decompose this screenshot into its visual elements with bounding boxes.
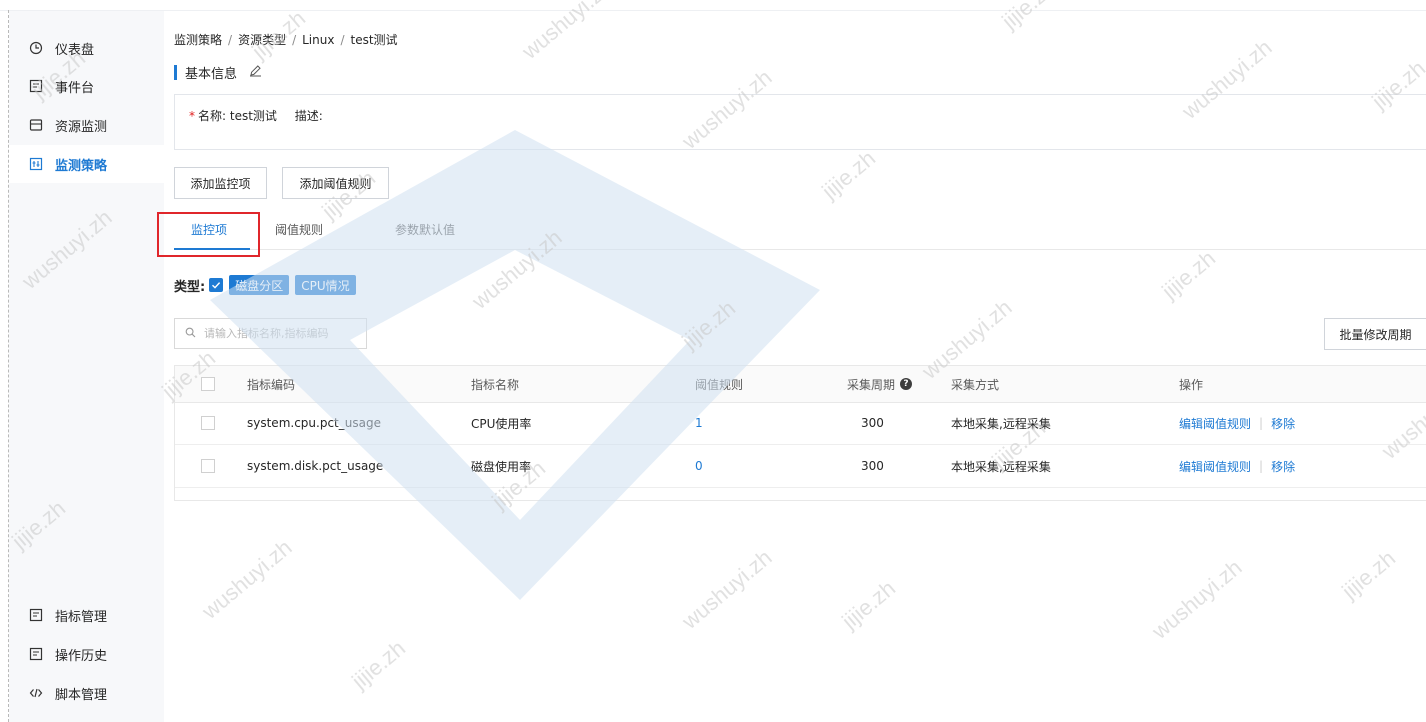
tab-label: 参数默认值 — [395, 223, 456, 237]
edit-icon[interactable] — [249, 64, 262, 80]
table-row: system.cpu.pct_usage CPU使用率 1 300 本地采集,远… — [175, 402, 1426, 445]
cell-actions: 编辑阈值规则 | 移除 — [1179, 402, 1295, 444]
column-header-method: 采集方式 — [951, 377, 1000, 392]
column-header-name: 指标名称 — [471, 377, 520, 392]
period-header-label: 采集周期 — [847, 377, 896, 392]
sidebar-item-scripts[interactable]: 脚本管理 — [9, 674, 164, 712]
top-bar — [0, 0, 1426, 11]
column-header-period: 采集周期 ? — [847, 366, 913, 402]
section-title: 基本信息 — [185, 66, 238, 82]
search-icon — [185, 327, 196, 341]
sidebar-item-events[interactable]: 事件台 — [9, 67, 164, 105]
cell-code: system.disk.pct_usage — [247, 459, 384, 473]
required-mark: * — [189, 109, 195, 123]
type-tag-disk-partition[interactable]: 磁盘分区 — [229, 275, 290, 295]
highlight-annotation-box — [157, 212, 260, 257]
breadcrumb-item[interactable]: 资源类型 — [238, 33, 286, 47]
add-threshold-rule-button[interactable]: 添加阈值规则 — [282, 167, 389, 199]
cell-rules-link[interactable]: 1 — [695, 402, 703, 444]
sidebar-item-label: 监测策略 — [55, 158, 108, 174]
cell-period: 300 — [861, 416, 884, 430]
basic-info-panel: * 名称: test测试 描述: — [174, 94, 1426, 150]
description-label: 描述: — [294, 109, 323, 123]
sidebar-item-label: 资源监测 — [55, 119, 108, 135]
edit-threshold-rule-link[interactable]: 编辑阈值规则 — [1179, 415, 1251, 432]
basic-info-row: * 名称: test测试 描述: — [189, 107, 323, 124]
sidebar-item-label: 操作历史 — [55, 648, 108, 664]
basic-info-header: 基本信息 — [174, 64, 262, 82]
sidebar-item-resource-monitor[interactable]: 资源监测 — [9, 106, 164, 144]
breadcrumb: 监测策略 / 资源类型 / Linux / test测试 — [174, 31, 398, 48]
monitor-items-table: 指标编码 指标名称 阈值规则 采集周期 ? 采集方式 操作 system.cpu… — [174, 365, 1426, 501]
batch-modify-period-button[interactable]: 批量修改周期 — [1324, 318, 1426, 350]
row-checkbox[interactable] — [201, 459, 215, 473]
remove-link[interactable]: 移除 — [1271, 458, 1295, 475]
cell-code: system.cpu.pct_usage — [247, 416, 381, 430]
sidebar-item-policy[interactable]: 监测策略 — [9, 145, 164, 183]
action-divider: | — [1259, 459, 1264, 473]
tab-bar: 监控项 阈值规则 参数默认值 — [174, 211, 1426, 250]
cell-name: CPU使用率 — [471, 416, 532, 431]
policy-icon — [29, 157, 43, 171]
column-header-actions: 操作 — [1179, 377, 1204, 392]
edit-threshold-rule-link[interactable]: 编辑阈值规则 — [1179, 458, 1251, 475]
breadcrumb-separator: / — [292, 33, 297, 47]
dashboard-icon — [29, 41, 43, 55]
cell-method: 本地采集,远程采集 — [951, 416, 1051, 431]
monitor-icon — [29, 118, 43, 132]
sidebar-item-dashboard[interactable]: 仪表盘 — [9, 29, 164, 67]
add-monitor-item-button[interactable]: 添加监控项 — [174, 167, 267, 199]
cell-period: 300 — [861, 459, 884, 473]
table-row: system.disk.pct_usage 磁盘使用率 0 300 本地采集,远… — [175, 445, 1426, 488]
select-all-checkbox[interactable] — [201, 377, 215, 391]
sidebar-item-label: 事件台 — [55, 80, 95, 96]
search-input[interactable] — [202, 326, 366, 341]
sidebar-item-label: 仪表盘 — [55, 42, 95, 58]
table-header: 指标编码 指标名称 阈值规则 采集周期 ? 采集方式 操作 — [175, 366, 1426, 403]
remove-link[interactable]: 移除 — [1271, 415, 1295, 432]
tab-param-defaults[interactable]: 参数默认值 — [395, 221, 455, 238]
cell-rules-link[interactable]: 0 — [695, 445, 703, 487]
cell-method: 本地采集,远程采集 — [951, 459, 1051, 474]
tab-threshold-rules[interactable]: 阈值规则 — [275, 221, 323, 238]
type-tag-cpu[interactable]: CPU情况 — [295, 275, 356, 295]
type-filter-label: 类型: — [174, 279, 206, 295]
cell-actions: 编辑阈值规则 | 移除 — [1179, 445, 1295, 487]
column-header-rules: 阈值规则 — [695, 377, 744, 392]
sidebar-item-history[interactable]: 操作历史 — [9, 635, 164, 673]
tab-label: 阈值规则 — [275, 223, 324, 237]
event-icon — [29, 79, 43, 93]
name-value: test测试 — [229, 109, 277, 123]
breadcrumb-current: test测试 — [350, 33, 398, 47]
row-select — [201, 445, 215, 487]
row-checkbox[interactable] — [201, 416, 215, 430]
row-select — [201, 402, 215, 444]
code-icon — [29, 686, 43, 700]
breadcrumb-item[interactable]: Linux — [302, 33, 334, 47]
sidebar-item-label: 指标管理 — [55, 609, 108, 625]
cell-name: 磁盘使用率 — [471, 459, 532, 474]
metric-icon — [29, 608, 43, 622]
header-select-all — [201, 366, 215, 402]
type-filter: 类型: 磁盘分区 CPU情况 — [174, 275, 362, 295]
column-header-code: 指标编码 — [247, 377, 296, 392]
metric-search-box[interactable] — [174, 318, 367, 349]
sidebar: 仪表盘 事件台 资源监测 监测策略 指标管理 操作历史 脚本管理 — [9, 11, 164, 722]
breadcrumb-separator: / — [228, 33, 233, 47]
type-select-all-checkbox[interactable] — [209, 278, 224, 292]
section-accent-bar — [174, 64, 177, 80]
name-label: 名称: — [198, 109, 227, 123]
help-icon[interactable]: ? — [900, 378, 913, 390]
main-content: 监测策略 / 资源类型 / Linux / test测试 基本信息 * 名称: test测试 … — [157, 11, 1426, 722]
breadcrumb-item[interactable]: 监测策略 — [174, 33, 222, 47]
action-divider: | — [1259, 416, 1264, 430]
sidebar-item-metrics[interactable]: 指标管理 — [9, 596, 164, 634]
history-icon — [29, 647, 43, 661]
sidebar-item-label: 脚本管理 — [55, 687, 108, 703]
breadcrumb-separator: / — [340, 33, 345, 47]
